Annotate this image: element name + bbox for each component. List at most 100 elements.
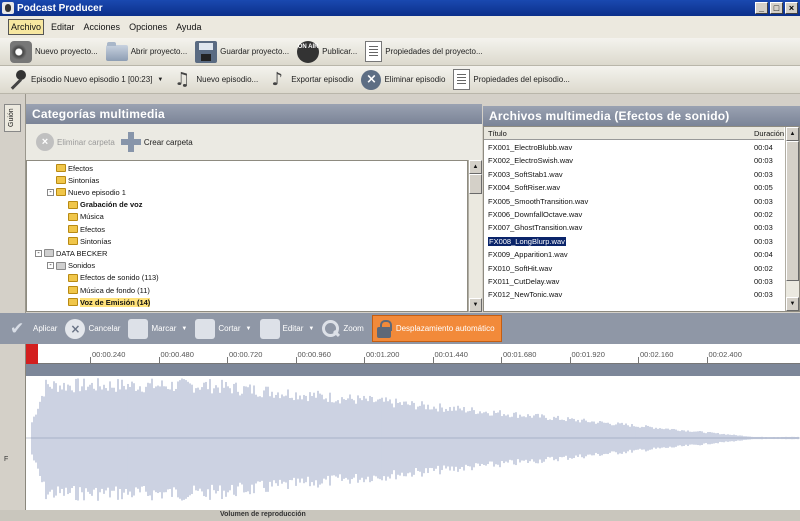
channel-gutter: F (0, 344, 26, 514)
new-project-label: Nuevo proyecto... (35, 47, 98, 56)
project-toolbar: Nuevo proyecto... Abrir proyecto... Guar… (0, 38, 800, 66)
collapse-icon[interactable]: - (35, 249, 42, 257)
scroll-thumb[interactable] (786, 141, 799, 281)
cancel-icon: × (65, 318, 86, 339)
folder-open-icon (105, 42, 128, 61)
episode-properties-button[interactable]: Propiedades del episodio... (453, 69, 570, 90)
tree-item-label: Sintonías (80, 236, 112, 246)
collapse-icon[interactable]: - (47, 188, 54, 196)
mark-button[interactable]: Marcar ▼ (128, 318, 187, 339)
tree-item[interactable]: Voz de Emisión (14) (68, 296, 151, 308)
tree-item[interactable]: Sintonías (56, 174, 99, 186)
mark-label: Marcar (151, 324, 177, 333)
scroll-down-button[interactable]: ▼ (786, 297, 799, 311)
timeline-tick (501, 357, 502, 364)
file-title: FX001_ElectroBlubb.wav (488, 143, 573, 152)
table-row[interactable]: FX007_GhostTransition.wav 00:03 (484, 221, 784, 234)
table-row[interactable]: FX001_ElectroBlubb.wav 00:04 (484, 141, 784, 154)
project-properties-button[interactable]: Propiedades del proyecto... (365, 41, 483, 62)
files-scrollbar[interactable]: ▲ ▼ (785, 127, 799, 311)
tree-item[interactable]: - Sonidos (47, 260, 95, 272)
timeline-tick-label: 00:00.960 (297, 350, 331, 359)
file-title: FX009_Apparition1.wav (488, 250, 568, 260)
file-title: FX007_GhostTransition.wav (488, 223, 583, 233)
tree-scrollbar[interactable]: ▲ ▼ (468, 160, 482, 312)
menu-editar[interactable]: Editar (49, 20, 77, 34)
cut-button[interactable]: Cortar ▼ (195, 318, 252, 339)
file-duration: 00:04 (754, 250, 773, 260)
file-duration: 00:05 (754, 183, 773, 193)
folder-icon (56, 261, 66, 270)
column-duration[interactable]: Duración (754, 129, 784, 138)
selection-band (26, 364, 800, 376)
menu-ayuda[interactable]: Ayuda (174, 20, 203, 34)
tree-item[interactable]: Música de fondo (11) (68, 284, 150, 296)
edit-button[interactable]: Editar ▼ (259, 318, 314, 339)
menu-archivo[interactable]: Archivo (8, 19, 45, 35)
table-row[interactable]: FX010_SoftHit.wav 00:02 (484, 262, 784, 275)
zoom-button[interactable]: Zoom (322, 319, 364, 338)
tree-item-label: Efectos de sonido (113) (80, 273, 159, 283)
export-episode-button[interactable]: ♪ Exportar episodio (266, 69, 353, 91)
timeline-tick-label: 00:00.240 (92, 350, 126, 359)
table-row[interactable]: FX003_SoftStab1.wav 00:03 (484, 168, 784, 181)
folder-icon (56, 164, 66, 172)
tree-item[interactable]: Grabación de voz (68, 199, 143, 211)
table-row[interactable]: FX006_DownfallOctave.wav 00:02 (484, 208, 784, 221)
tree-item[interactable]: Efectos de sonido (113) (68, 272, 159, 284)
delete-folder-label: Eliminar carpeta (57, 137, 115, 147)
save-project-button[interactable]: Guardar proyecto... (195, 40, 289, 63)
open-project-button[interactable]: Abrir proyecto... (105, 42, 187, 61)
menu-opciones[interactable]: Opciones (127, 20, 169, 34)
apply-button[interactable]: ✔ Aplicar (10, 320, 57, 338)
scroll-down-button[interactable]: ▼ (469, 298, 482, 312)
tree-item[interactable]: - DATA BECKER (35, 247, 107, 259)
menu-acciones[interactable]: Acciones (82, 20, 123, 34)
table-row[interactable]: FX008_LongBlurp.wav 00:03 (484, 235, 784, 248)
publish-button[interactable]: ON AIR Publicar... (297, 40, 357, 63)
new-episode-button[interactable]: ♫ Nuevo episodio... (171, 69, 258, 91)
table-row[interactable]: FX009_Apparition1.wav 00:04 (484, 248, 784, 261)
tree-item[interactable]: Música (68, 211, 104, 223)
status-bar: Volumen de reproducción (0, 510, 800, 521)
tab-guion[interactable]: Guión (4, 104, 21, 132)
create-folder-button[interactable]: Crear carpeta (120, 132, 193, 152)
timeline-tick (90, 357, 91, 364)
playhead-marker[interactable] (26, 344, 38, 364)
table-row[interactable]: FX005_SmoothTransition.wav 00:03 (484, 195, 784, 208)
title-bar: Podcast Producer _ □ × (0, 0, 800, 16)
tree-item[interactable]: Efectos (56, 162, 93, 174)
new-project-button[interactable]: Nuevo proyecto... (10, 40, 98, 63)
table-row[interactable]: FX004_SoftRiser.wav 00:05 (484, 181, 784, 194)
table-row[interactable]: FX012_NewTonic.wav 00:03 (484, 288, 784, 301)
file-duration: 00:02 (754, 263, 773, 273)
delete-folder-button[interactable]: × Eliminar carpeta (36, 133, 115, 151)
timeline-tick-label: 00:00.720 (229, 350, 263, 359)
category-tree[interactable]: Efectos Sintonías - Nuevo episodio 1 Grabaci… (26, 160, 468, 312)
collapse-icon[interactable]: - (47, 262, 54, 270)
tree-item[interactable]: - Nuevo episodio 1 (47, 186, 126, 198)
tree-item-label: DATA BECKER (56, 248, 108, 258)
autoscroll-toggle[interactable]: Desplazamiento automático (371, 315, 502, 342)
table-row[interactable]: FX011_CutDelay.wav 00:03 (484, 275, 784, 288)
scroll-thumb[interactable] (469, 174, 482, 194)
scroll-up-button[interactable]: ▲ (786, 127, 799, 141)
scroll-up-button[interactable]: ▲ (469, 160, 482, 174)
timeline-ruler[interactable]: 00:00.240 00:00.480 00:00.720 00:00.960 00:0… (26, 344, 800, 364)
column-title[interactable]: Título (488, 129, 507, 138)
delete-episode-button[interactable]: × Eliminar episodio (361, 69, 445, 90)
close-button[interactable]: × (785, 2, 798, 14)
minimize-button[interactable]: _ (755, 2, 768, 14)
cancel-button[interactable]: × Cancelar (65, 318, 120, 339)
episode-selector[interactable]: Episodio Nuevo episodio 1 [00:23] ▼ (6, 69, 163, 91)
maximize-button[interactable]: □ (770, 2, 783, 14)
project-properties-label: Propiedades del proyecto... (385, 47, 483, 56)
tree-item[interactable]: Efectos (68, 223, 105, 235)
cut-label: Cortar (218, 324, 241, 333)
episode-toolbar: Episodio Nuevo episodio 1 [00:23] ▼ ♫ Nu… (0, 66, 800, 94)
table-row[interactable]: FX002_ElectroSwish.wav 00:03 (484, 154, 784, 167)
export-episode-label: Exportar episodio (291, 75, 354, 84)
tree-item[interactable]: Sintonías (68, 235, 111, 247)
file-title: FX010_SoftHit.wav (488, 263, 553, 273)
waveform-view[interactable] (26, 364, 800, 514)
